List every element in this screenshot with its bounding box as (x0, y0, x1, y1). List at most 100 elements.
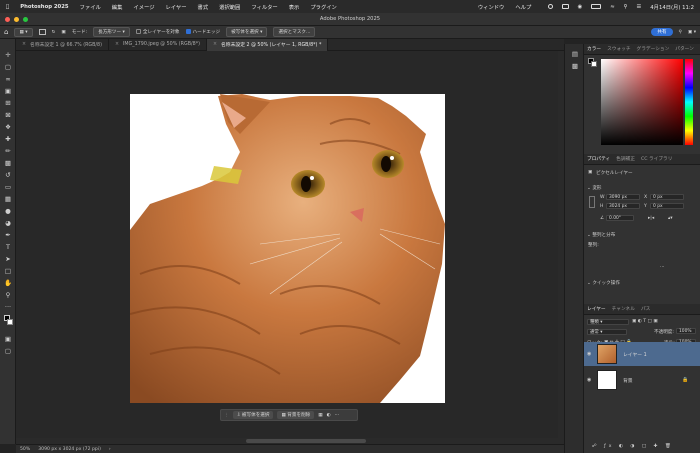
move-tool-icon[interactable]: ✛ (4, 51, 12, 59)
ctx-adjust-icon[interactable]: ◐ (327, 413, 331, 418)
width-field[interactable]: 3090 px (606, 194, 640, 200)
y-field[interactable]: 0 px (650, 203, 684, 209)
new-selection-icon[interactable] (38, 29, 46, 35)
menu-clock[interactable]: 4月14日(月) 11:2 (650, 3, 694, 11)
history-brush-tool-icon[interactable]: ↺ (4, 171, 12, 179)
tab-patterns[interactable]: パターン (672, 46, 697, 52)
layer-name[interactable]: レイヤー 1 (623, 351, 647, 358)
clone-stamp-tool-icon[interactable]: ▩ (4, 159, 12, 167)
history-panel-icon[interactable]: ▤ (571, 50, 579, 58)
background-color-swatch[interactable] (591, 61, 597, 67)
menu-help[interactable]: ヘルプ (515, 3, 531, 11)
layers-footer-icons[interactable]: ☍ ƒx ◐ ◑ □ ✚ 🗑 (592, 444, 674, 449)
pen-tool-icon[interactable]: ✒ (4, 231, 12, 239)
layer-filter-icons[interactable]: ▣ ◐ T □ ▣ (632, 319, 658, 324)
crop-tool-icon[interactable]: ⊞ (4, 99, 12, 107)
eraser-tool-icon[interactable]: ▭ (4, 183, 12, 191)
all-layers-checkbox[interactable]: 全レイヤーを対象 (135, 29, 180, 35)
control-center-icon[interactable]: ☰ (637, 4, 642, 10)
height-field[interactable]: 3024 px (606, 203, 640, 209)
layer-row-layer1[interactable]: ◉ レイヤー 1 (584, 342, 700, 366)
eyedropper-tool-icon[interactable]: ❖ (4, 123, 12, 131)
healing-brush-tool-icon[interactable]: ✚ (4, 135, 12, 143)
menu-view[interactable]: 表示 (289, 3, 300, 11)
menu-file[interactable]: ファイル (80, 3, 101, 11)
rectangle-tool-icon[interactable]: □ (4, 267, 12, 275)
menu-edit[interactable]: 編集 (112, 3, 123, 11)
flip-vertical-icon[interactable]: ▴▾ (668, 216, 673, 221)
color-field[interactable] (601, 59, 683, 145)
home-icon[interactable]: ⌂ (4, 28, 8, 36)
frame-tool-icon[interactable]: ⊠ (4, 111, 12, 119)
layer-row-background[interactable]: ◉ 背景 🔒 (584, 368, 700, 392)
artboard-tool-icon[interactable]: ▢ (4, 63, 12, 71)
document-dimensions[interactable]: 3090 px x 3024 px (72 ppi) (38, 447, 101, 452)
tab-document-3[interactable]: × 名称未設定 2 @ 50% (レイヤー 1, RGB/8*) * (206, 38, 329, 51)
ctx-more-button[interactable]: ··· (335, 413, 339, 418)
visibility-eye-icon[interactable]: ◉ (587, 377, 591, 383)
angle-field[interactable]: 0.00° (606, 215, 634, 221)
link-dimensions-icon[interactable] (589, 196, 595, 208)
select-subject-button[interactable]: 被写体を選択 ▾ (226, 27, 268, 37)
tab-gradients[interactable]: グラデーション (634, 46, 673, 52)
search-icon[interactable]: ⚲ (624, 4, 628, 10)
hue-slider[interactable] (685, 59, 693, 145)
tab-channels[interactable]: チャンネル (609, 306, 638, 312)
zoom-tool-icon[interactable]: ⚲ (4, 291, 12, 299)
close-tab-icon[interactable]: × (115, 42, 119, 47)
menu-filter[interactable]: フィルター (251, 3, 277, 11)
control-icon[interactable]: ◉ (578, 4, 583, 10)
layer-name[interactable]: 背景 (623, 377, 633, 384)
tab-color[interactable]: カラー (584, 46, 604, 52)
close-tab-icon[interactable]: × (22, 42, 26, 47)
tool-preset-icon[interactable]: ▦ ▾ (14, 27, 33, 37)
ctx-remove-bg-button[interactable]: ▦ 背景を削除 (277, 411, 315, 419)
zoom-level[interactable]: 50% (20, 447, 30, 452)
align-heading[interactable]: ⌄ 整列と分布 (587, 232, 615, 238)
x-field[interactable]: 0 px (650, 194, 684, 200)
align-more-button[interactable]: ··· (660, 265, 664, 270)
hand-tool-icon[interactable]: ✋ (4, 279, 12, 287)
close-tab-icon[interactable]: × (213, 42, 217, 47)
object-select-tool-icon[interactable]: ▣ (4, 87, 12, 95)
lasso-tool-icon[interactable]: ∞ (4, 75, 12, 83)
tab-layers[interactable]: レイヤー (584, 306, 609, 312)
drag-handle-icon[interactable]: ⋮ (224, 413, 229, 418)
blend-mode-select[interactable]: 通常 ▾ (587, 329, 627, 335)
transform-heading[interactable]: ⌄ 変形 (587, 185, 602, 191)
tab-document-2[interactable]: × IMG_1790.jpeg @ 50% (RGB/8*) (109, 38, 207, 51)
menu-plugins[interactable]: プラグイン (310, 3, 337, 11)
flip-horizontal-icon[interactable]: ▸|◂ (648, 216, 654, 221)
color-swatches-icon[interactable] (4, 315, 13, 329)
more-tools-icon[interactable]: ··· (4, 303, 12, 311)
tab-paths[interactable]: パス (638, 306, 653, 312)
quick-mask-icon[interactable]: ▣ (4, 335, 12, 343)
workspace-icon[interactable]: ▣ ▾ (688, 30, 696, 35)
tab-properties[interactable]: プロパティ (584, 156, 613, 162)
menu-image[interactable]: イメージ (133, 3, 154, 11)
brush-tool-icon[interactable]: ✏ (4, 147, 12, 155)
screen-mode-icon[interactable]: ▢ (4, 347, 12, 355)
ctx-transform-icon[interactable]: ▦ (318, 413, 322, 418)
gradient-tool-icon[interactable]: ▦ (4, 195, 12, 203)
tab-adjustments[interactable]: 色調補正 (613, 156, 638, 162)
type-tool-icon[interactable]: T (4, 243, 12, 251)
status-chevron-icon[interactable]: › (109, 447, 111, 452)
refresh-icon[interactable]: ↻ (52, 30, 56, 35)
search-icon-app[interactable]: ⚲ (679, 30, 682, 35)
menu-select[interactable]: 選択範囲 (219, 3, 240, 11)
hard-edge-checkbox[interactable]: ハードエッジ (185, 29, 220, 35)
menu-type[interactable]: 書式 (198, 3, 209, 11)
document-canvas[interactable] (130, 94, 445, 403)
comments-panel-icon[interactable]: ▩ (571, 62, 579, 70)
share-button[interactable]: 共有 (651, 28, 673, 36)
tab-document-1[interactable]: × 名称未設定 1 @ 66.7% (RGB/8) (16, 38, 109, 51)
quick-actions-heading[interactable]: ⌄ クイック操作 (587, 280, 620, 286)
tab-swatches[interactable]: スウォッチ (604, 46, 633, 52)
apple-icon[interactable]:  (6, 4, 9, 10)
select-mask-button[interactable]: 選択とマスク... (273, 27, 316, 37)
dodge-tool-icon[interactable]: ◕ (4, 219, 12, 227)
tab-libraries[interactable]: CC ライブラリ (638, 156, 675, 162)
menu-window[interactable]: ウィンドウ (478, 3, 505, 11)
menu-app-name[interactable]: Photoshop 2025 (20, 4, 68, 10)
